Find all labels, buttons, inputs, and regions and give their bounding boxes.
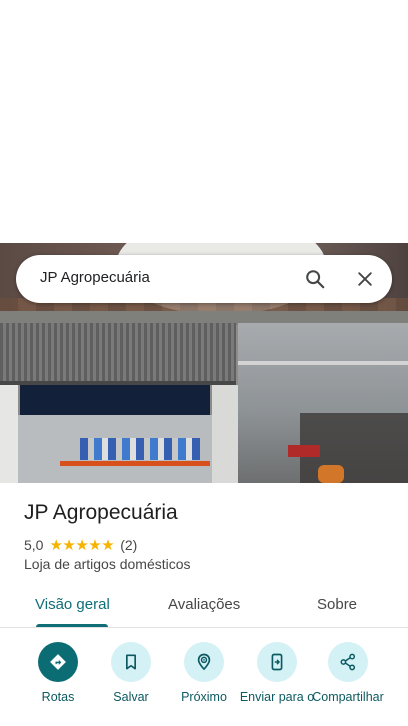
place-title: JP Agropecuária — [24, 501, 178, 524]
share-icon — [328, 642, 368, 682]
tab-bar: Visão geral Avaliações Sobre — [0, 586, 408, 628]
product — [318, 465, 344, 483]
star-rating-icon: ★★★★★ — [49, 536, 115, 554]
share-button[interactable]: Compartilhar — [308, 642, 388, 705]
nearby-label: Próximo — [181, 690, 227, 704]
save-button[interactable]: Salvar — [91, 642, 171, 705]
directions-label: Rotas — [41, 690, 75, 704]
nearby-icon — [184, 642, 224, 682]
close-icon[interactable] — [355, 269, 375, 289]
active-tab-indicator — [36, 624, 108, 627]
bookmark-icon — [111, 642, 151, 682]
review-count[interactable]: (2) — [120, 537, 137, 553]
directions-icon — [38, 642, 78, 682]
tab-reviews[interactable]: Avaliações — [168, 596, 240, 613]
share-label: Compartilhar — [312, 690, 384, 704]
awning — [0, 323, 236, 385]
search-bar[interactable]: JP Agropecuária — [16, 255, 392, 303]
nearby-button[interactable]: Próximo — [164, 642, 244, 705]
save-label: Salvar — [113, 690, 149, 704]
send-to-phone-button[interactable]: Enviar para o — [237, 642, 317, 705]
place-category[interactable]: Loja de artigos domésticos — [24, 556, 191, 572]
send-to-phone-label: Enviar para o — [239, 690, 315, 704]
search-icon[interactable] — [304, 268, 326, 290]
door-frame — [20, 385, 210, 415]
send-to-phone-icon — [257, 642, 297, 682]
pillar — [0, 385, 18, 483]
rating-row[interactable]: 5,0 ★★★★★ (2) — [24, 536, 137, 554]
product — [288, 445, 320, 457]
glass-frame — [238, 361, 408, 365]
shelf-goods — [80, 438, 200, 460]
shelf — [60, 461, 210, 466]
tab-about[interactable]: Sobre — [317, 596, 357, 613]
blank-area — [0, 0, 408, 243]
pillar — [212, 385, 238, 483]
rating-value: 5,0 — [24, 537, 44, 553]
search-input[interactable]: JP Agropecuária — [40, 269, 150, 286]
tab-overview[interactable]: Visão geral — [35, 596, 110, 613]
directions-button[interactable]: Rotas — [18, 642, 98, 705]
